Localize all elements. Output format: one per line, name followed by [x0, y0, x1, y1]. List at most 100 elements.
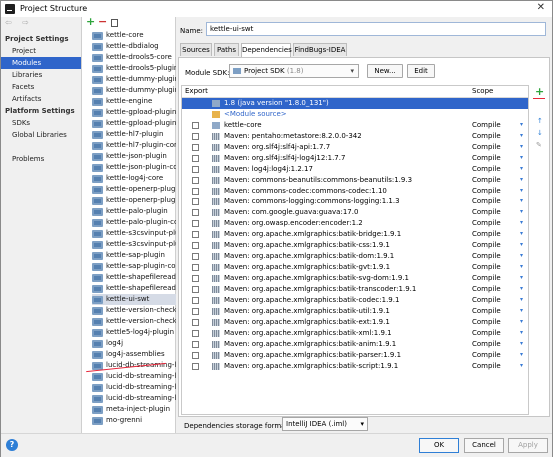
dependency-row[interactable]: Maven: commons-beanutils:commons-beanuti… — [182, 175, 528, 186]
nav-item-sdks[interactable]: SDKs — [1, 117, 81, 129]
export-checkbox[interactable] — [192, 198, 199, 206]
chevron-down-icon[interactable]: ▾ — [520, 196, 523, 207]
dependency-row[interactable]: Maven: org.apache.xmlgraphics:batik-xml:… — [182, 328, 528, 339]
tab-dependencies[interactable]: Dependencies — [241, 43, 292, 57]
export-checkbox[interactable] — [192, 275, 199, 282]
module-list-item[interactable]: kettle-drools5-plugin — [92, 63, 177, 74]
dependency-scope[interactable]: Compile — [472, 339, 501, 350]
export-checkbox[interactable] — [192, 187, 199, 195]
export-checkbox[interactable] — [192, 165, 199, 173]
module-list-item[interactable]: kettle-openerp-plugin — [92, 184, 177, 195]
chevron-down-icon[interactable]: ▾ — [520, 142, 523, 153]
dependency-scope[interactable]: Compile — [472, 120, 501, 131]
chevron-down-icon[interactable]: ▾ — [520, 186, 523, 197]
module-list-item[interactable]: kettle-gpload-plugin — [92, 107, 177, 118]
chevron-down-icon[interactable]: ▾ — [520, 240, 523, 251]
help-icon[interactable]: ? — [6, 439, 18, 451]
dependency-row[interactable]: Maven: commons-logging:commons-logging:1… — [182, 196, 528, 207]
export-checkbox[interactable] — [192, 264, 199, 272]
export-checkbox[interactable] — [192, 154, 199, 162]
module-list-item[interactable]: kettle-ui-swt — [92, 294, 177, 305]
nav-item-modules[interactable]: Modules — [1, 57, 81, 69]
dependency-row[interactable]: Maven: org.apache.xmlgraphics:batik-ext:… — [182, 317, 528, 328]
dependency-row[interactable]: kettle-core Compile ▾ — [182, 120, 528, 131]
chevron-down-icon[interactable]: ▾ — [520, 328, 523, 339]
chevron-down-icon[interactable]: ▾ — [520, 361, 523, 372]
back-forward-icons[interactable]: ⇦ ⇨ — [5, 18, 33, 27]
remove-module-icon[interactable]: − — [98, 15, 107, 28]
export-checkbox[interactable] — [192, 231, 199, 239]
dependency-scope[interactable]: Compile — [472, 317, 501, 328]
dependency-scope[interactable]: Compile — [472, 306, 501, 317]
chevron-down-icon[interactable]: ▾ — [520, 120, 523, 131]
chevron-down-icon[interactable]: ▾ — [520, 306, 523, 317]
export-checkbox[interactable] — [192, 220, 199, 228]
dependency-scope[interactable]: Compile — [472, 361, 501, 372]
dependency-scope[interactable]: Compile — [472, 240, 501, 251]
chevron-down-icon[interactable]: ▾ — [520, 175, 523, 186]
export-checkbox[interactable] — [192, 143, 199, 151]
module-list-item[interactable]: kettle-drools5-core — [92, 52, 177, 63]
cancel-button[interactable]: Cancel — [464, 438, 504, 453]
module-list-item[interactable]: log4j — [92, 338, 177, 349]
dependency-scope[interactable]: Compile — [472, 153, 501, 164]
export-checkbox[interactable] — [192, 209, 199, 217]
dependency-row[interactable]: Maven: com.google.guava:guava:17.0 Compil… — [182, 207, 528, 218]
nav-item-project[interactable]: Project — [1, 45, 81, 57]
chevron-down-icon[interactable]: ▾ — [520, 131, 523, 142]
dependency-row[interactable]: Maven: org.apache.xmlgraphics:batik-svg-… — [182, 273, 528, 284]
dependency-scope[interactable]: Compile — [472, 142, 501, 153]
dependency-row[interactable]: Maven: org.apache.xmlgraphics:batik-gvt:… — [182, 262, 528, 273]
dependency-scope[interactable]: Compile — [472, 350, 501, 361]
dependency-row[interactable]: Maven: org.slf4j:slf4j-api:1.7.7 Compile ▾ — [182, 142, 528, 153]
export-checkbox[interactable] — [192, 132, 199, 140]
dependency-row[interactable]: Maven: log4j:log4j:1.2.17 Compile ▾ — [182, 164, 528, 175]
module-list-item[interactable]: kettle-log4j-core — [92, 173, 177, 184]
chevron-down-icon[interactable]: ▾ — [520, 339, 523, 350]
nav-item-facets[interactable]: Facets — [1, 81, 81, 93]
dependency-scope[interactable]: Compile — [472, 262, 501, 273]
export-checkbox[interactable] — [192, 307, 199, 315]
chevron-down-icon[interactable]: ▾ — [520, 218, 523, 229]
close-icon[interactable]: ✕ — [537, 2, 545, 13]
dependency-row[interactable]: Maven: org.apache.xmlgraphics:batik-scri… — [182, 361, 528, 372]
module-list-item[interactable]: kettle-shapefilereader- — [92, 283, 177, 294]
dependency-scope[interactable]: Compile — [472, 284, 501, 295]
module-list-item[interactable]: kettle-dummy-plugin — [92, 74, 177, 85]
dependency-row[interactable]: Maven: org.slf4j:slf4j-log4j12:1.7.7 Comp… — [182, 153, 528, 164]
add-dependency-icon[interactable]: + — [535, 85, 544, 98]
module-list-item[interactable]: kettle-json-plugin — [92, 151, 177, 162]
nav-item-libraries[interactable]: Libraries — [1, 69, 81, 81]
export-column-header[interactable]: Export — [185, 86, 208, 97]
edit-sdk-button[interactable]: Edit — [407, 64, 435, 78]
export-checkbox[interactable] — [192, 329, 199, 337]
export-checkbox[interactable] — [192, 351, 199, 359]
move-down-icon[interactable]: ↓ — [537, 129, 543, 137]
module-list-item[interactable]: log4j-assemblies — [92, 349, 177, 360]
module-list-item[interactable]: kettle-shapefilereader- — [92, 272, 177, 283]
export-checkbox[interactable] — [192, 296, 199, 304]
dependency-scope[interactable]: Compile — [472, 196, 501, 207]
export-checkbox[interactable] — [192, 285, 199, 293]
dependency-row[interactable]: Maven: org.apache.xmlgraphics:batik-util… — [182, 306, 528, 317]
module-list-item[interactable]: kettle-hl7-plugin — [92, 129, 177, 140]
module-list-item[interactable]: kettle-dbdialog — [92, 41, 177, 52]
export-checkbox[interactable] — [192, 121, 199, 129]
dependency-scope[interactable]: Compile — [472, 207, 501, 218]
dependency-row[interactable]: Maven: org.apache.xmlgraphics:batik-code… — [182, 295, 528, 306]
apply-button[interactable]: Apply — [508, 438, 548, 453]
module-list-item[interactable]: lucid-db-streaming-loa — [92, 382, 177, 393]
chevron-down-icon[interactable]: ▾ — [520, 251, 523, 262]
chevron-down-icon[interactable]: ▾ — [520, 284, 523, 295]
scope-column-header[interactable]: Scope — [472, 86, 493, 97]
dependency-scope[interactable]: Compile — [472, 131, 501, 142]
chevron-down-icon[interactable]: ▾ — [520, 295, 523, 306]
module-list-item[interactable]: kettle-s3csvinput-plugi — [92, 228, 177, 239]
module-list-item[interactable]: meta-inject-plugin — [92, 404, 177, 415]
module-list-item[interactable]: kettle-version-checker — [92, 305, 177, 316]
new-sdk-button[interactable]: New... — [367, 64, 403, 78]
nav-item-problems[interactable]: Problems — [1, 153, 81, 165]
dependency-row[interactable]: Maven: org.apache.xmlgraphics:batik-tran… — [182, 284, 528, 295]
module-sdk-select[interactable]: Project SDK (1.8) ▾ — [229, 64, 359, 78]
module-list-item[interactable]: lucid-db-streaming-loa — [92, 393, 177, 404]
